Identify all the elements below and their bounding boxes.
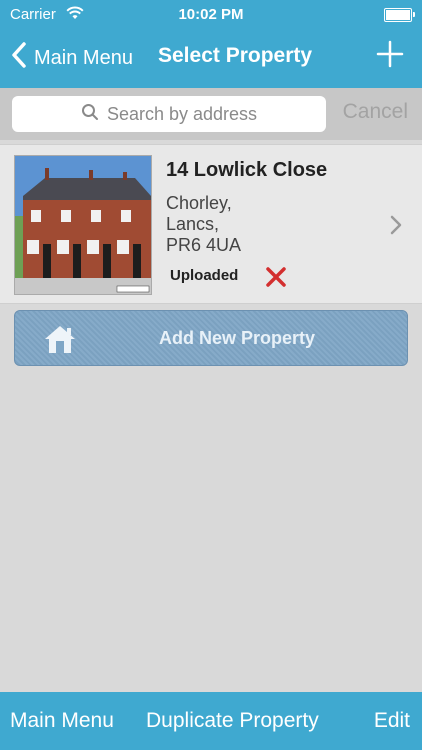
address-line: Lancs, — [166, 214, 220, 234]
search-placeholder: Search by address — [106, 103, 258, 124]
plus-icon — [376, 40, 404, 72]
property-row[interactable]: 14 Lowlick Close Chorley, Lancs, PR6 4UA… — [0, 144, 422, 304]
back-button[interactable]: Main Menu — [10, 42, 133, 74]
property-title: 14 Lowlick Close — [166, 159, 328, 181]
page-title: Select Property — [158, 44, 313, 67]
add-new-property-label: Add New Property — [158, 328, 316, 348]
navigation-bar: Main Menu Select Property — [0, 34, 422, 78]
clock: 10:02 PM — [178, 6, 244, 23]
chevron-right-icon — [390, 215, 402, 235]
delete-button[interactable] — [264, 265, 288, 289]
edit-button[interactable]: Edit — [374, 709, 410, 733]
toolbar-main-menu-button[interactable]: Main Menu — [10, 709, 114, 733]
property-address: Chorley, Lancs, PR6 4UA — [166, 193, 241, 256]
search-input[interactable]: Search by address — [12, 96, 326, 132]
add-property-button[interactable] — [376, 40, 404, 68]
bottom-toolbar: Main Menu Duplicate Property Edit — [0, 692, 422, 750]
chevron-left-icon — [10, 42, 28, 74]
duplicate-property-button[interactable]: Duplicate Property — [146, 709, 319, 733]
close-x-icon — [264, 267, 288, 293]
address-line: PR6 4UA — [166, 235, 242, 255]
top-bar: Carrier 10:02 PM Main Menu Select Proper… — [0, 0, 422, 88]
add-new-property-button[interactable]: Add New Property — [14, 310, 408, 366]
back-button-label: Main Menu — [34, 46, 133, 69]
cancel-button[interactable]: Cancel — [343, 100, 408, 124]
search-icon — [81, 103, 99, 126]
battery-icon — [384, 8, 415, 22]
address-line: Chorley, — [166, 193, 232, 213]
upload-status: Uploaded — [170, 267, 239, 284]
property-photo — [14, 155, 152, 295]
status-bar: Carrier 10:02 PM — [0, 0, 422, 30]
search-bar: Search by address Cancel — [0, 88, 422, 140]
